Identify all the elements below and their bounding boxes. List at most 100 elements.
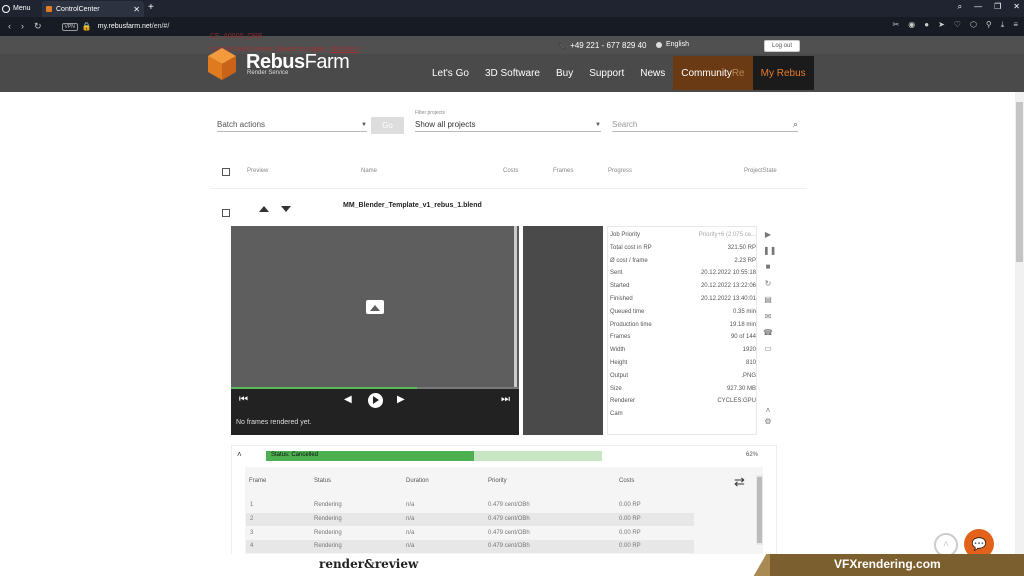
language-selector[interactable]: English: [656, 41, 689, 48]
col-costs[interactable]: Costs: [619, 478, 634, 484]
detail-row: Sent 20.12.2022 10:55:18: [610, 267, 756, 279]
forward-icon[interactable]: ›: [21, 21, 24, 32]
nav-buy[interactable]: Buy: [548, 56, 581, 90]
go-button[interactable]: Go: [371, 117, 404, 134]
shield-icon[interactable]: ●: [924, 20, 929, 30]
nav-my-rebus[interactable]: My Rebus: [752, 56, 814, 90]
search-input[interactable]: Search ⌕: [612, 118, 798, 132]
reload-icon[interactable]: ↻: [34, 21, 42, 32]
filter-projects-select[interactable]: Show all projects ▼: [415, 118, 601, 132]
prev-frame-icon[interactable]: ◀: [344, 394, 352, 405]
table-row[interactable]: 1 Rendering n/a 0.479 cent/OBh 0.00 RP: [246, 499, 694, 512]
phone-number[interactable]: 📞 +49 221 - 677 829 40: [558, 41, 646, 50]
preview-image-area[interactable]: [231, 226, 517, 387]
detail-value: CYCLES:GPU: [717, 398, 756, 405]
favicon-icon: [46, 6, 52, 12]
col-status[interactable]: Status: [314, 478, 331, 484]
status-progress-bar: Status: Cancelled: [266, 451, 602, 461]
nav-lets-go[interactable]: Let's Go: [424, 56, 477, 90]
search-tabs-icon[interactable]: ⌕: [958, 2, 962, 12]
table-cell: Rendering: [314, 502, 342, 508]
logout-button[interactable]: Log out: [764, 40, 800, 52]
nav-community[interactable]: Community Re: [673, 56, 753, 90]
table-cell: 0.00 RP: [619, 502, 641, 508]
lock-icon[interactable]: 🔒: [82, 22, 92, 31]
rebusfarm-logo-icon[interactable]: [208, 48, 236, 80]
support-icon[interactable]: ☎: [763, 328, 773, 338]
filter-label: Filter projects: [415, 110, 446, 116]
profile-icon[interactable]: ⚲: [986, 20, 992, 30]
col-frame[interactable]: Frame: [249, 478, 266, 484]
page-scroll-thumb[interactable]: [1016, 102, 1023, 262]
settings-icon[interactable]: ⚙: [763, 417, 773, 427]
close-tab-icon[interactable]: ✕: [133, 5, 140, 14]
mail-icon[interactable]: ✉: [763, 312, 773, 322]
table-row[interactable]: 2 Rendering n/a 0.479 cent/OBh 0.00 RP: [246, 512, 694, 526]
detail-value: 927.30 MB: [726, 385, 756, 392]
search-icon[interactable]: ⌕: [793, 119, 798, 130]
scroll-up-icon[interactable]: ˄: [763, 406, 773, 416]
page-scrollbar[interactable]: [1015, 92, 1024, 554]
send-icon[interactable]: ➤: [938, 20, 945, 30]
play-job-icon[interactable]: ▶: [763, 230, 773, 240]
restart-job-icon[interactable]: ↻: [763, 279, 773, 289]
nav-3d-software[interactable]: 3D Software: [477, 56, 548, 90]
detail-value[interactable]: Priority+6 (2.075 ce...: [699, 232, 756, 238]
tab-controlcenter[interactable]: ControlCenter ✕: [42, 1, 144, 17]
detail-value: 19.18 min: [729, 321, 756, 328]
main-navigation: Let's Go 3D Software Buy Support News Co…: [424, 56, 814, 90]
menu-label: Menu: [13, 5, 31, 12]
project-name[interactable]: MM_Blender_Template_v1_rebus_1.blend: [343, 202, 482, 209]
table-row[interactable]: 3 Rendering n/a 0.479 cent/OBh 0.00 RP: [246, 527, 694, 540]
header-progress[interactable]: Progress: [608, 168, 632, 174]
minimize-icon[interactable]: —: [974, 2, 982, 12]
skip-last-icon[interactable]: ⏭: [501, 394, 510, 405]
download-icon[interactable]: ⤓: [1001, 20, 1005, 30]
project-checkbox[interactable]: [222, 209, 230, 217]
nav-news[interactable]: News: [632, 56, 673, 90]
browser-tab-bar: Menu ControlCenter ✕ + ⌕ — ❐ ✕: [0, 0, 1024, 17]
play-button[interactable]: [368, 393, 383, 408]
header-frames[interactable]: Frames: [553, 168, 573, 174]
frames-scroll-thumb[interactable]: [757, 477, 762, 543]
table-row[interactable]: 4 Rendering n/a 0.479 cent/OBh 0.00 RP: [246, 540, 694, 554]
header-costs[interactable]: Costs: [503, 168, 518, 174]
next-frame-icon[interactable]: ▶: [397, 394, 405, 405]
easy-setup-icon[interactable]: ≡: [1013, 20, 1018, 30]
image-placeholder-icon: [366, 300, 384, 314]
cube-icon[interactable]: ⬡: [970, 20, 977, 30]
move-up-icon[interactable]: [259, 206, 269, 212]
skip-first-icon[interactable]: ⏮: [239, 394, 248, 405]
detail-value: 20.12.2022 13:22:06: [700, 283, 756, 290]
detail-row: Total cost in RP 321.50 RP: [610, 242, 756, 254]
move-down-icon[interactable]: [281, 206, 291, 212]
camera-icon[interactable]: ◉: [908, 20, 915, 30]
pause-job-icon[interactable]: ❚❚: [763, 246, 776, 256]
col-duration[interactable]: Duration: [406, 478, 429, 484]
detail-row[interactable]: Job Priority Priority+6 (2.075 ce...: [610, 229, 756, 241]
vpn-badge[interactable]: VPN: [61, 22, 78, 31]
snap-icon[interactable]: ✂: [893, 20, 900, 30]
folder-icon[interactable]: ▭: [763, 344, 773, 354]
header-name[interactable]: Name: [361, 168, 377, 174]
batch-actions-select[interactable]: Batch actions ▼: [217, 118, 367, 132]
vfxrendering-logo: VFXrendering.com: [834, 557, 941, 571]
url-field[interactable]: my.rebusfarm.net/en/#/: [98, 23, 169, 30]
table-cell: 2: [250, 515, 254, 522]
collapse-chevron-icon[interactable]: ˄: [237, 450, 242, 459]
header-project-state[interactable]: ProjectState: [744, 168, 777, 174]
nav-support[interactable]: Support: [581, 56, 632, 90]
detail-row: Height 810: [610, 357, 756, 369]
back-icon[interactable]: ‹: [8, 21, 11, 32]
browser-menu-button[interactable]: Menu: [2, 1, 38, 16]
heart-icon[interactable]: ♡: [954, 20, 961, 30]
maximize-icon[interactable]: ❐: [994, 2, 1001, 12]
new-tab-button[interactable]: +: [148, 2, 154, 13]
file-icon[interactable]: ▤: [763, 295, 773, 305]
close-window-icon[interactable]: ✕: [1013, 2, 1020, 12]
table-cell: 1: [250, 502, 254, 508]
refresh-icon[interactable]: ⇄: [734, 474, 745, 490]
stop-job-icon[interactable]: ■: [763, 262, 773, 272]
col-priority[interactable]: Priority: [488, 478, 507, 484]
select-all-checkbox[interactable]: [222, 168, 230, 176]
